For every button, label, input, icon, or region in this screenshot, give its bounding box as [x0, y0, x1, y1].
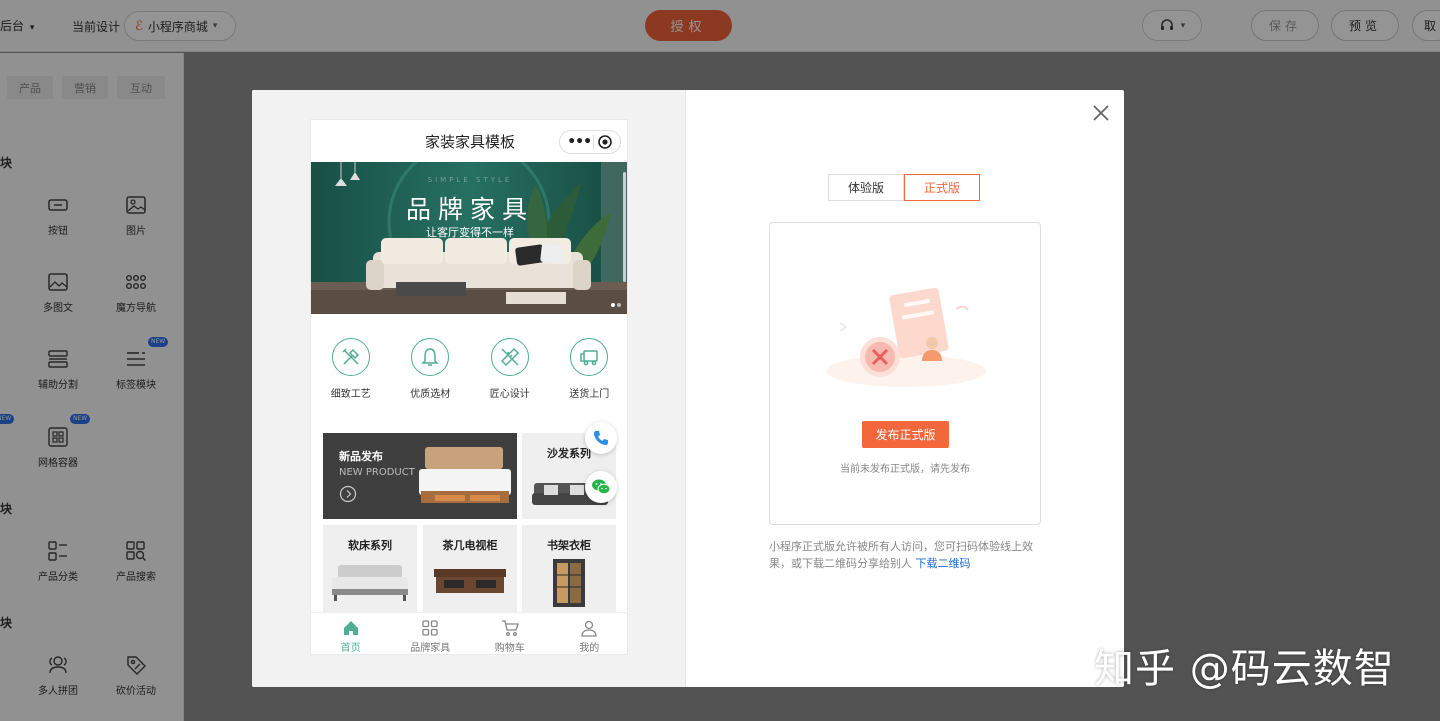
ruler-pencil-icon [500, 347, 519, 367]
truck-icon [580, 350, 598, 366]
phone-preview-area: 家装家具模板 ••• SIMPLE STYLE 品牌家具 让客厅变得不一样 细致… [252, 90, 686, 687]
product-label: 书架衣柜 [547, 539, 591, 552]
release-description: 小程序正式版允许被所有人访问，您可扫码体验线上效果，或下载二维码分享给别人 下载… [769, 538, 1041, 572]
phone-call-button[interactable] [585, 422, 617, 454]
banner-title: 品牌家具 [405, 195, 534, 224]
wechat-button[interactable] [585, 471, 617, 503]
tab-label: 我的 [579, 643, 600, 654]
bed-image [419, 447, 511, 503]
phone-tab-brand[interactable]: 品牌家具 [391, 613, 471, 654]
phone-tab-bar: 首页 品牌家具 购物车 我的 [311, 612, 628, 654]
new-title: 新品发布 [339, 450, 383, 463]
description-text: 小程序正式版允许被所有人访问，您可扫码体验线上效果，或下载二维码分享给别人 [769, 540, 1033, 570]
tab-release-version[interactable]: 正式版 [904, 174, 980, 201]
bed-image [332, 565, 408, 601]
phone-icon [594, 431, 608, 445]
version-switch: 体验版 正式版 [828, 174, 980, 201]
grid-icon [422, 620, 438, 636]
phone-tab-cart[interactable]: 购物车 [470, 613, 550, 654]
phone-nav-bar: 家装家具模板 ••• [311, 120, 627, 162]
product-card-tv[interactable]: 茶几电视柜 [423, 525, 517, 612]
tab-label: 品牌家具 [410, 643, 451, 654]
more-dots-icon: ••• [567, 134, 592, 150]
banner-subtitle: 让客厅变得不一样 [426, 226, 514, 239]
wardrobe-image [553, 559, 585, 607]
close-icon[interactable] [1092, 104, 1110, 122]
qr-code-box: 发布正式版 当前未发布正式版，请先发布 [769, 222, 1041, 525]
hero-banner[interactable]: SIMPLE STYLE 品牌家具 让客厅变得不一样 [311, 162, 627, 314]
publish-release-button[interactable]: 发布正式版 [862, 421, 949, 448]
product-card-bed[interactable]: 软床系列 [323, 525, 417, 612]
product-grid: 新品发布 NEW PRODUCT 沙发系列 软床系列 茶几电视柜 书架衣柜 [311, 422, 627, 612]
empty-state-illustration [826, 287, 986, 387]
user-icon [581, 620, 597, 637]
product-card-shelf[interactable]: 书架衣柜 [522, 525, 616, 612]
feature-label: 优质选材 [410, 389, 451, 400]
feature-item[interactable]: 匠心设计 [480, 338, 540, 416]
banner-subtitle-en: SIMPLE STYLE [427, 176, 513, 184]
arrow-circle-icon [339, 485, 357, 503]
watermark: 知乎 @码云数智 [1094, 646, 1395, 692]
home-icon [343, 621, 358, 635]
feature-row: 细致工艺 优质选材 匠心设计 送货上门 [311, 320, 627, 416]
phone-tab-home[interactable]: 首页 [311, 613, 391, 654]
target-icon [597, 135, 612, 149]
publish-modal: 家装家具模板 ••• SIMPLE STYLE 品牌家具 让客厅变得不一样 细致… [252, 90, 1124, 687]
tab-trial-version[interactable]: 体验版 [828, 174, 904, 201]
new-subtitle: NEW PRODUCT [339, 467, 415, 478]
feature-item[interactable]: 优质选材 [400, 338, 460, 416]
product-label: 软床系列 [348, 539, 392, 552]
bell-icon [421, 348, 440, 366]
cart-icon [501, 620, 519, 636]
feature-item[interactable]: 细致工艺 [321, 338, 381, 416]
divider-line [593, 135, 595, 149]
feature-label: 细致工艺 [330, 389, 371, 400]
feature-label: 匠心设计 [489, 389, 530, 400]
phone-preview: 家装家具模板 ••• SIMPLE STYLE 品牌家具 让客厅变得不一样 细致… [310, 119, 628, 655]
phone-tab-me[interactable]: 我的 [550, 613, 628, 654]
tab-label: 购物车 [494, 643, 525, 654]
product-card-new[interactable]: 新品发布 NEW PRODUCT [323, 433, 517, 519]
tab-label: 首页 [340, 643, 361, 654]
tools-icon [342, 348, 359, 365]
wechat-icon [592, 479, 611, 495]
phone-title: 家装家具模板 [424, 132, 515, 151]
feature-label: 送货上门 [569, 389, 610, 400]
not-published-hint: 当前未发布正式版，请先发布 [840, 464, 970, 475]
download-qr-link[interactable]: 下载二维码 [916, 557, 971, 570]
product-label: 茶几电视柜 [442, 539, 498, 552]
feature-item[interactable]: 送货上门 [559, 338, 619, 416]
coffee-table-image [434, 569, 506, 593]
capsule-menu[interactable]: ••• [559, 130, 621, 154]
